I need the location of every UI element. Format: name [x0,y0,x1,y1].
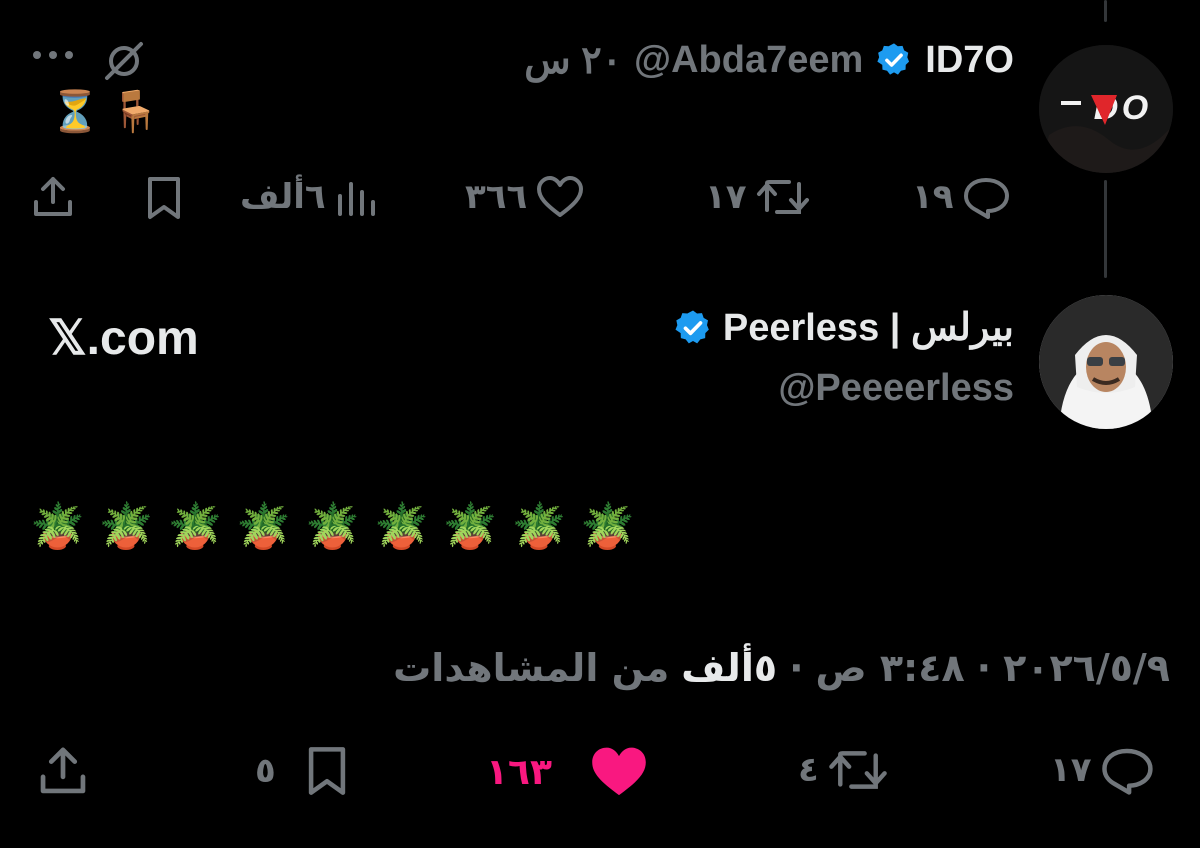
reply-button[interactable]: ١٧ [1050,744,1156,796]
reply-count: ١٩ [912,177,954,217]
svg-text:O: O [1122,89,1148,127]
potted-plant-emoji: 🪴 [30,501,85,552]
retweet-button[interactable]: ١٧ [705,174,811,220]
retweet-button[interactable]: ٤ [798,744,889,796]
share-icon[interactable] [36,744,90,798]
like-icon [535,174,585,220]
hourglass-emoji: ⏳ [50,89,101,135]
potted-plant-emoji: 🪴 [511,501,567,552]
like-count: ١٦٣ [486,751,552,793]
potted-plant-emoji: 🪴 [442,501,498,552]
reply-icon [1100,744,1156,796]
verified-badge-icon [875,41,913,79]
like-button[interactable]: ٣٦٦ [465,174,585,220]
more-icon[interactable] [30,40,76,70]
avatar[interactable]: D O [1039,45,1173,173]
views-icon [334,174,380,220]
like-icon [588,744,650,800]
bookmark-icon [302,744,352,798]
retweet-count: ١٧ [705,177,747,217]
tweet-header: ٢٠ س @Abda7eem ID7O [524,38,1014,82]
x-watermark: 𝕏.com [48,312,199,365]
tweet-meta: ٢٠٢٦/٥/٩ · ٣:٤٨ ص · ٥ألف من المشاهدات [393,646,1170,690]
verified-badge-icon [673,308,713,348]
potted-plant-emoji: 🪴 [580,501,636,552]
views-count[interactable]: ٥ألف [681,646,777,690]
like-button[interactable]: ١٦٣ [486,744,650,800]
display-name[interactable]: بيرلس | Peerless [723,305,1014,350]
grok-icon[interactable] [101,38,147,84]
tweet-text: ⏳ 🪑 [50,88,160,135]
views-count: ٦ألف [240,177,326,217]
handle[interactable]: @Abda7eem [634,39,863,82]
tweet-header: بيرلس | Peerless [673,305,1014,350]
thread-line [1104,180,1107,278]
potted-plant-emoji: 🪴 [236,501,292,552]
tweet-date[interactable]: ٢٠٢٦/٥/٩ [1003,646,1170,690]
chair-emoji: 🪑 [110,89,160,135]
share-icon[interactable] [30,174,76,220]
separator-dot: · [789,646,804,690]
retweet-icon [755,174,811,220]
retweet-icon [827,744,889,796]
bookmark-button[interactable]: ٥ [255,744,352,798]
like-count: ٣٦٦ [465,177,528,217]
separator-dot: · [976,646,992,690]
reply-icon [962,174,1012,220]
bookmark-icon[interactable] [142,175,186,221]
display-name[interactable]: ID7O [925,39,1014,82]
thread-line [1104,0,1107,22]
potted-plant-emoji: 🪴 [167,501,223,552]
handle[interactable]: @Peeeerless [778,367,1014,410]
avatar[interactable] [1039,295,1173,429]
reply-button[interactable]: ١٩ [912,174,1012,220]
bookmark-count: ٥ [255,751,276,791]
views-button[interactable]: ٦ألف [240,174,380,220]
potted-plant-emoji: 🪴 [305,501,360,552]
potted-plant-emoji: 🪴 [98,501,154,552]
timestamp[interactable]: ٢٠ س [524,38,622,83]
retweet-count: ٤ [798,750,819,790]
tweet-text: 🪴 🪴 🪴 🪴 🪴 🪴 🪴 🪴 🪴 [30,500,635,552]
potted-plant-emoji: 🪴 [373,501,429,552]
views-label: من المشاهدات [393,646,670,690]
reply-count: ١٧ [1050,750,1092,790]
tweet-time[interactable]: ٣:٤٨ ص [816,646,965,690]
